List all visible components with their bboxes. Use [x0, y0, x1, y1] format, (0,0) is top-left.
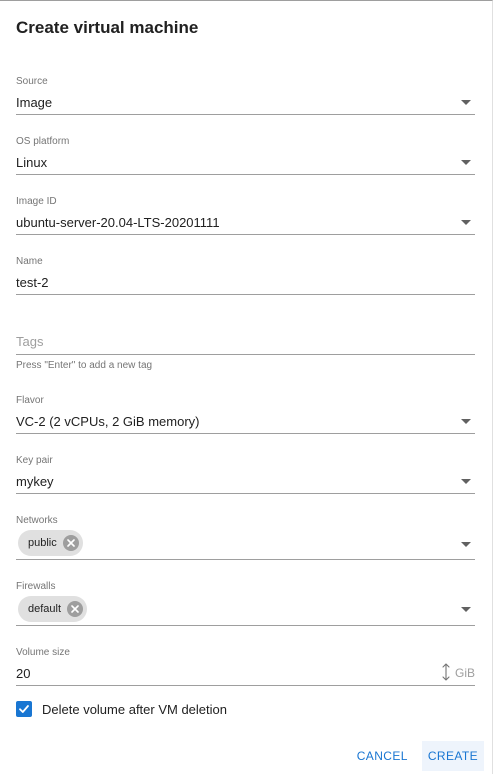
image-id-underline [16, 234, 475, 235]
flavor-value: VC-2 (2 vCPUs, 2 GiB memory) [16, 414, 200, 429]
chevron-down-icon[interactable] [461, 100, 471, 105]
name-label: Name [16, 256, 43, 267]
source-value: Image [16, 95, 53, 110]
firewall-chip[interactable]: default [18, 596, 88, 622]
image-id-label: Image ID [16, 196, 57, 207]
network-chip-label: public [28, 537, 57, 549]
name-underline [16, 294, 475, 295]
os-platform-value: Linux [16, 155, 48, 170]
os-platform-select[interactable]: OS platform Linux [16, 136, 475, 176]
source-select[interactable]: Source Image [16, 76, 475, 116]
volume-size-underline [16, 685, 475, 686]
up-down-arrow-icon[interactable] [441, 662, 451, 682]
name-value[interactable]: test-2 [16, 275, 49, 290]
volume-size-field[interactable]: Volume size 20 GiB [16, 647, 475, 687]
network-chip[interactable]: public [18, 530, 83, 556]
delete-volume-checkbox[interactable] [16, 701, 32, 717]
flavor-select[interactable]: Flavor VC-2 (2 vCPUs, 2 GiB memory) [16, 395, 475, 435]
firewalls-select[interactable]: Firewalls default [16, 581, 475, 627]
name-field[interactable]: Name test-2 [16, 256, 475, 296]
networks-label: Networks [16, 515, 58, 526]
volume-size-value[interactable]: 20 [16, 666, 30, 681]
key-pair-underline [16, 493, 475, 494]
volume-size-label: Volume size [16, 647, 70, 658]
delete-volume-label[interactable]: Delete volume after VM deletion [42, 702, 227, 717]
firewalls-underline [16, 625, 475, 626]
key-pair-select[interactable]: Key pair mykey [16, 455, 475, 495]
chevron-down-icon[interactable] [461, 419, 471, 424]
chevron-down-icon[interactable] [461, 479, 471, 484]
key-pair-value: mykey [16, 474, 54, 489]
chevron-down-icon[interactable] [461, 220, 471, 225]
check-icon [19, 705, 29, 713]
tags-field[interactable]: Tags Press "Enter" to add a new tag [16, 316, 475, 376]
firewalls-label: Firewalls [16, 581, 56, 592]
create-vm-dialog: Create virtual machine Source Image OS p… [0, 0, 493, 774]
tags-hint: Press "Enter" to add a new tag [16, 360, 153, 371]
image-id-select[interactable]: Image ID ubuntu-server-20.04-LTS-2020111… [16, 196, 475, 236]
dialog-title: Create virtual machine [16, 18, 199, 37]
flavor-label: Flavor [16, 395, 44, 406]
firewall-chip-label: default [28, 603, 62, 615]
os-platform-underline [16, 174, 475, 175]
chevron-down-icon[interactable] [461, 542, 471, 547]
key-pair-label: Key pair [16, 455, 53, 466]
close-circle-icon[interactable] [67, 601, 84, 617]
cancel-button[interactable]: CANCEL [351, 741, 414, 771]
tags-placeholder[interactable]: Tags [16, 334, 43, 349]
tags-underline [16, 354, 475, 355]
delete-volume-row[interactable]: Delete volume after VM deletion [16, 700, 227, 718]
close-circle-icon[interactable] [62, 535, 79, 551]
source-label: Source [16, 76, 48, 87]
create-button[interactable]: CREATE [421, 741, 484, 771]
flavor-underline [16, 433, 475, 434]
dialog-actions: CANCEL CREATE [351, 741, 484, 771]
networks-underline [16, 559, 475, 560]
chevron-down-icon[interactable] [461, 607, 471, 612]
os-platform-label: OS platform [16, 136, 70, 147]
source-underline [16, 114, 475, 115]
image-id-value: ubuntu-server-20.04-LTS-20201111 [16, 215, 220, 230]
networks-select[interactable]: Networks public [16, 515, 475, 561]
chevron-down-icon[interactable] [461, 160, 471, 165]
volume-size-unit: GiB [454, 666, 475, 680]
